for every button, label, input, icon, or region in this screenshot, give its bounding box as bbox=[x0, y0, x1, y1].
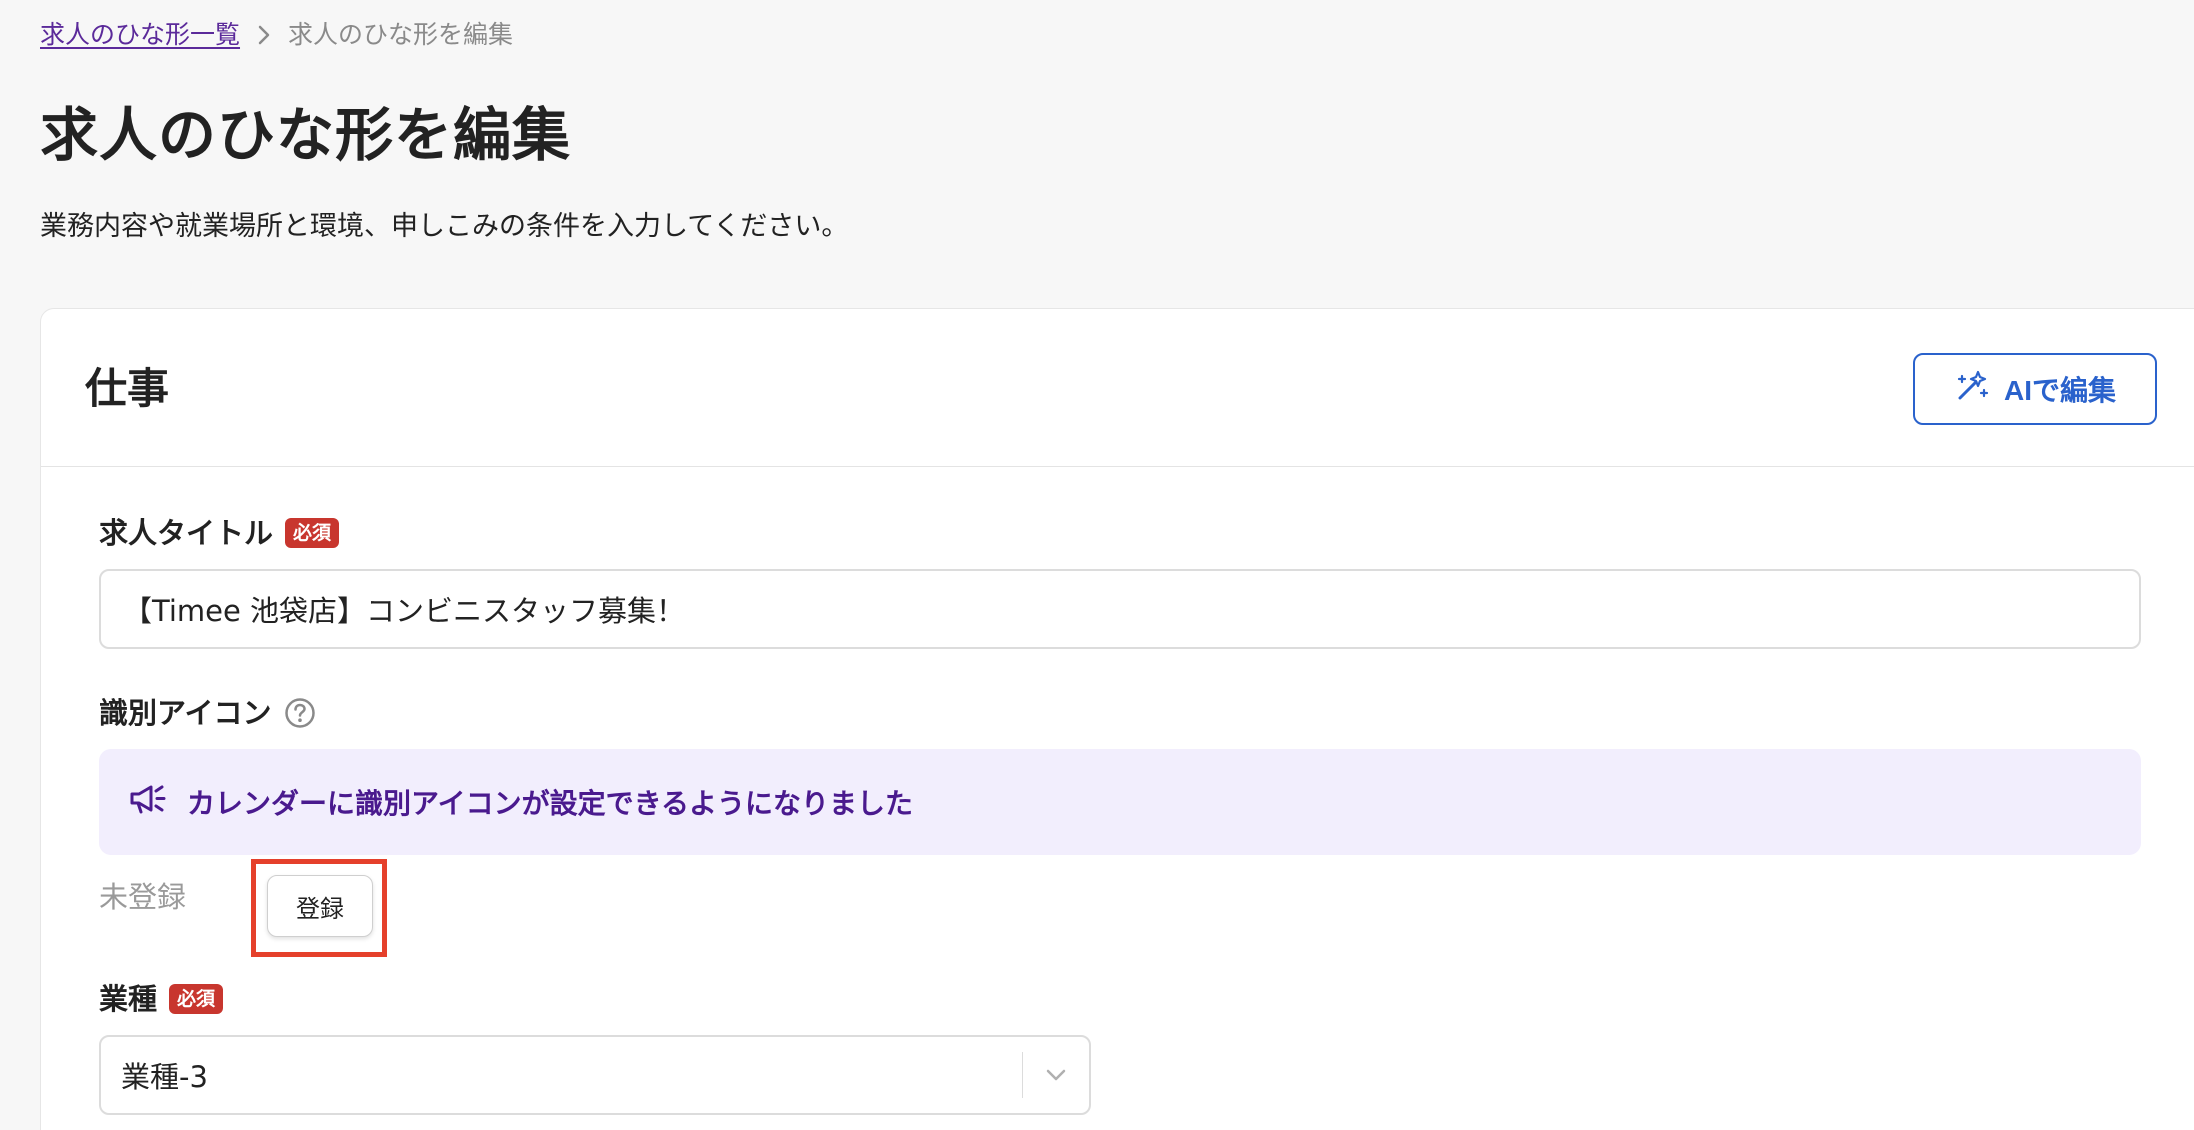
ai-edit-button[interactable]: AIで編集 bbox=[1913, 353, 2157, 425]
identifier-icon-status-row: 未登録 登録 bbox=[99, 859, 387, 957]
job-title-input[interactable] bbox=[99, 569, 2141, 649]
industry-select[interactable]: 業種-3 bbox=[99, 1035, 1091, 1115]
breadcrumb-current: 求人のひな形を編集 bbox=[288, 20, 514, 49]
identifier-icon-notice: カレンダーに識別アイコンが設定できるようになりました bbox=[99, 749, 2141, 855]
breadcrumb: 求人のひな形一覧 求人のひな形を編集 bbox=[40, 18, 513, 52]
ai-edit-button-label: AIで編集 bbox=[2003, 375, 2116, 406]
magic-wand-icon bbox=[1954, 368, 1990, 411]
page-description: 業務内容や就業場所と環境、申しこみの条件を入力してください。 bbox=[40, 211, 849, 242]
identifier-icon-label: 識別アイコン bbox=[99, 696, 272, 730]
register-button[interactable]: 登録 bbox=[267, 875, 373, 937]
required-badge: 必須 bbox=[285, 518, 340, 548]
page-title: 求人のひな形を編集 bbox=[40, 101, 572, 169]
question-circle-icon[interactable] bbox=[284, 697, 316, 729]
section-title: 仕事 bbox=[85, 364, 170, 413]
job-title-label-row: 求人タイトル 必須 bbox=[99, 513, 340, 553]
card-header: 仕事 AIで編集 bbox=[41, 309, 2194, 467]
notice-text: カレンダーに識別アイコンが設定できるようになりました bbox=[187, 787, 914, 820]
job-section-card: 仕事 AIで編集 求人タイトル 必須 【Timee 池袋店】コンビニスタッフ募集… bbox=[40, 308, 2194, 1130]
registration-status: 未登録 bbox=[99, 880, 187, 914]
job-title-label: 求人タイトル bbox=[99, 516, 274, 550]
required-badge: 必須 bbox=[169, 984, 224, 1014]
identifier-icon-label-row: 識別アイコン bbox=[99, 693, 316, 733]
chevron-down-icon[interactable] bbox=[1023, 1068, 1089, 1082]
job-template-edit-page: 求人のひな形一覧 求人のひな形を編集 求人のひな形を編集 業務内容や就業場所と環… bbox=[0, 0, 2194, 1130]
megaphone-icon bbox=[129, 782, 171, 823]
industry-select-value: 業種-3 bbox=[121, 1060, 208, 1094]
industry-label-row: 業種 必須 bbox=[99, 979, 224, 1019]
chevron-right-icon bbox=[254, 18, 274, 52]
breadcrumb-link-template-list[interactable]: 求人のひな形一覧 bbox=[40, 18, 240, 52]
industry-label: 業種 bbox=[99, 982, 158, 1016]
